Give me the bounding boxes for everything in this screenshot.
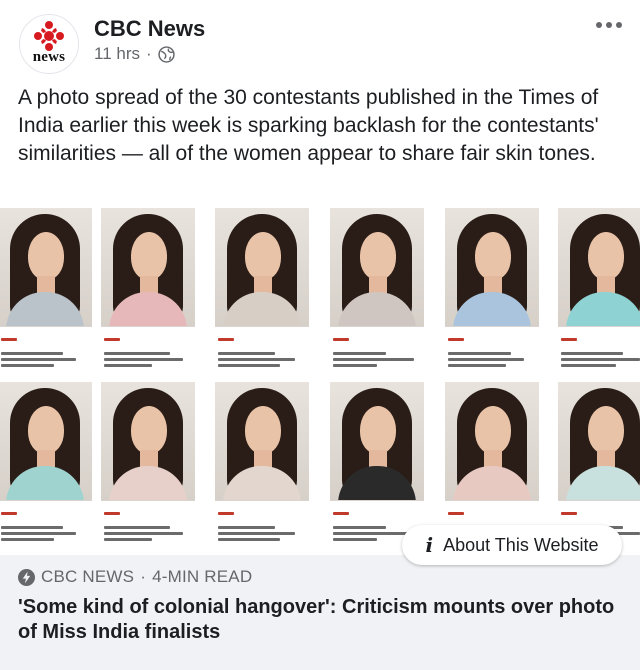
photo-row-1 <box>0 208 640 378</box>
link-headline[interactable]: 'Some kind of colonial hangover': Critic… <box>18 595 628 645</box>
more-dot <box>596 22 602 28</box>
meta-separator: · <box>146 44 152 63</box>
more-dot <box>606 22 612 28</box>
source-separator: · <box>140 567 147 586</box>
contestant-photo <box>0 208 92 378</box>
contestant-photo <box>330 382 424 552</box>
link-source: CBC NEWS · 4-MIN READ <box>18 567 252 587</box>
contestant-photo <box>101 382 195 552</box>
avatar-brand-text: news <box>32 49 66 65</box>
post-photo[interactable] <box>0 208 640 555</box>
post-timestamp[interactable]: 11 hrs <box>94 44 140 64</box>
about-website-button[interactable]: i About This Website <box>402 525 622 565</box>
post-header: news CBC News 11 hrs · <box>0 0 640 80</box>
post-text: A photo spread of the 30 contestants pub… <box>18 86 599 165</box>
page-name[interactable]: CBC News <box>94 16 205 42</box>
more-options-icon[interactable] <box>596 22 622 28</box>
lightning-bolt-icon <box>18 568 35 586</box>
source-name: CBC NEWS <box>41 567 135 586</box>
globe-icon[interactable] <box>157 45 175 63</box>
contestant-photo <box>215 382 309 552</box>
post-meta: 11 hrs · <box>94 44 175 64</box>
read-time: 4-MIN READ <box>152 567 253 586</box>
about-website-label: About This Website <box>443 534 599 555</box>
more-dot <box>616 22 622 28</box>
info-icon: i <box>425 533 434 557</box>
link-preview[interactable]: CBC NEWS · 4-MIN READ 'Some kind of colo… <box>0 555 640 670</box>
contestant-photo <box>558 208 640 378</box>
contestant-photo <box>215 208 309 378</box>
contestant-photo <box>101 208 195 378</box>
cbc-gem-logo <box>34 21 64 51</box>
contestant-photo <box>445 208 539 378</box>
contestant-photo <box>330 208 424 378</box>
contestant-photo <box>0 382 92 552</box>
page-avatar[interactable]: news <box>19 14 79 74</box>
